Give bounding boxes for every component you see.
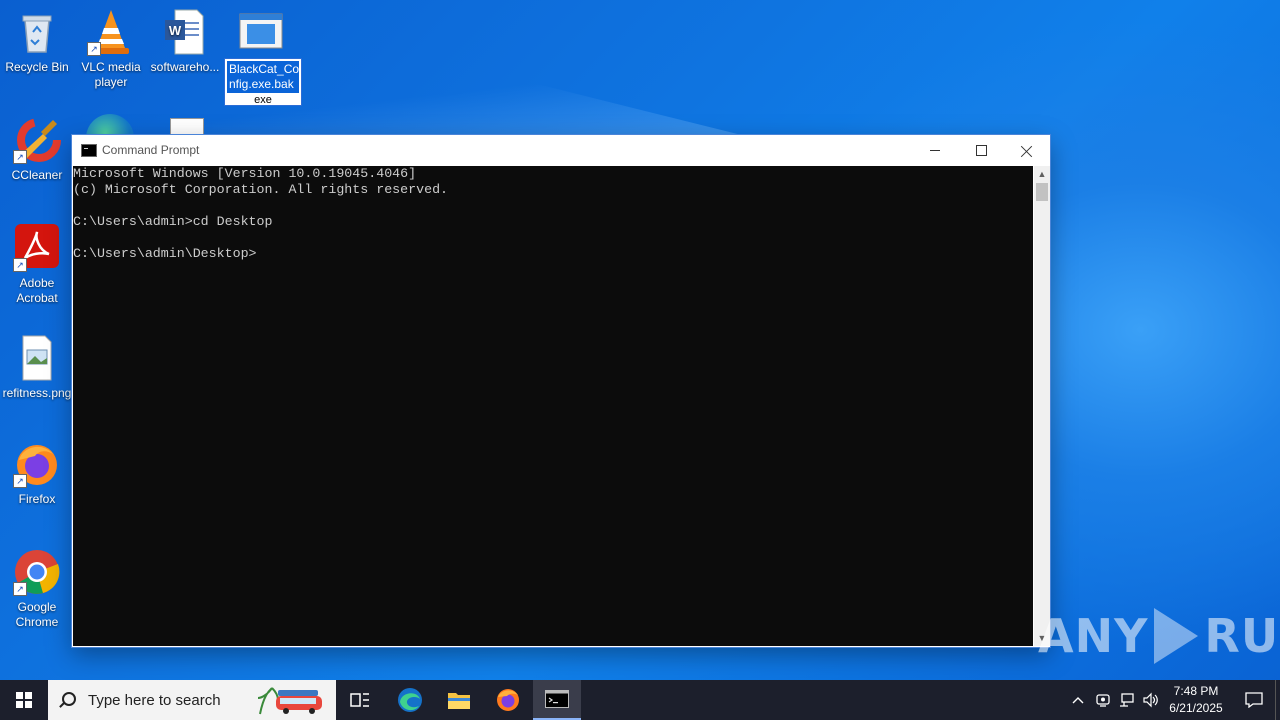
- desktop-icon-vlc[interactable]: ↗ VLC media player: [74, 8, 148, 90]
- selected-file-label[interactable]: BlackCat_Co nfig.exe.bak exe: [224, 58, 302, 106]
- clock-time: 7:48 PM: [1173, 684, 1219, 698]
- desktop-icon-firefox[interactable]: ↗ Firefox: [0, 440, 74, 507]
- adobe-acrobat-icon: ↗: [13, 224, 61, 272]
- desktop-icon-label: refitness.png: [2, 386, 72, 400]
- close-icon: [1021, 145, 1033, 157]
- desktop-icon-label: Recycle Bin: [5, 60, 69, 74]
- desktop-icon-label: VLC media player: [81, 60, 141, 89]
- taskbar-clock[interactable]: 7:48 PM 6/21/2025: [1162, 683, 1230, 717]
- taskbar-command-prompt-button[interactable]: [533, 680, 581, 720]
- maximize-button[interactable]: [958, 135, 1004, 166]
- desktop-icon-label: softwareho...: [150, 60, 220, 74]
- console-output[interactable]: Microsoft Windows [Version 10.0.19045.40…: [73, 166, 1033, 646]
- window-titlebar[interactable]: Command Prompt: [72, 135, 1050, 166]
- recycle-bin-icon: [13, 8, 61, 56]
- watermark-right-text: RUN: [1204, 609, 1280, 663]
- edge-icon: [398, 688, 422, 712]
- desktop-icon-google-chrome[interactable]: ↗ Google Chrome: [0, 548, 74, 630]
- cmd-window-icon: [81, 144, 97, 157]
- desktop-icon-refitness-png[interactable]: refitness.png: [0, 334, 74, 401]
- search-placeholder: Type here to search: [88, 692, 221, 709]
- label-tail: exe: [254, 94, 272, 106]
- desktop-icon-label: Adobe Acrobat: [16, 276, 58, 305]
- shortcut-arrow-icon: ↗: [13, 150, 27, 164]
- desktop-icon-recycle-bin[interactable]: Recycle Bin: [0, 8, 74, 75]
- shortcut-arrow-icon: ↗: [87, 42, 101, 56]
- webcam-icon: [1096, 694, 1110, 707]
- console-text: Microsoft Windows [Version 10.0.19045.40…: [73, 166, 449, 261]
- word-document-icon: W: [161, 8, 209, 56]
- taskbar-edge-button[interactable]: [386, 680, 434, 720]
- taskbar-file-explorer-button[interactable]: [435, 680, 483, 720]
- taskbar-firefox-button[interactable]: [484, 680, 532, 720]
- notification-icon: [1245, 692, 1263, 708]
- svg-text:W: W: [169, 23, 182, 38]
- folder-icon: [448, 693, 470, 709]
- task-view-icon: [350, 693, 369, 707]
- edge-icon-partial: [86, 114, 136, 136]
- firefox-icon: ↗: [13, 440, 61, 488]
- desktop-icon-ccleaner[interactable]: ↗ CCleaner: [0, 116, 74, 183]
- label-line-1: BlackCat_Co: [229, 62, 300, 76]
- chrome-icon: ↗: [13, 548, 61, 596]
- shortcut-arrow-icon: ↗: [13, 258, 27, 272]
- executable-window-icon: [237, 8, 285, 56]
- desktop-icon-label: Google Chrome: [15, 600, 59, 629]
- shortcut-arrow-icon: ↗: [13, 474, 27, 488]
- close-button[interactable]: [1004, 135, 1050, 166]
- shortcut-arrow-icon: ↗: [13, 582, 27, 596]
- task-view-button[interactable]: [336, 680, 384, 720]
- desktop-icon-adobe-acrobat[interactable]: ↗ Adobe Acrobat: [0, 224, 74, 306]
- desktop: Recycle Bin ↗ VLC media player W softwar…: [0, 0, 1280, 680]
- desktop-icon-blackcat-config[interactable]: [224, 8, 298, 60]
- ccleaner-icon: ↗: [13, 116, 61, 164]
- desktop-icon-word-document[interactable]: W softwareho...: [148, 8, 222, 75]
- network-icon: [1120, 693, 1134, 707]
- start-button[interactable]: [0, 680, 48, 720]
- windows-logo-icon: [16, 692, 32, 708]
- tray-meet-now-button[interactable]: [1092, 680, 1114, 720]
- show-hidden-icons-button[interactable]: [1068, 680, 1088, 720]
- vlc-cone-icon: ↗: [87, 8, 135, 56]
- search-highlight-illustration-icon: [256, 684, 330, 716]
- window-title: Command Prompt: [102, 143, 200, 157]
- command-prompt-icon: [545, 690, 569, 708]
- scroll-up-arrow-icon[interactable]: ▲: [1034, 166, 1050, 182]
- chevron-up-icon: [1072, 697, 1084, 704]
- speaker-icon: [1143, 692, 1158, 708]
- search-icon: [62, 692, 76, 706]
- minimize-button[interactable]: [912, 135, 958, 166]
- image-file-icon: [13, 334, 61, 382]
- play-triangle-icon: [1154, 608, 1199, 664]
- clock-date: 6/21/2025: [1169, 701, 1223, 715]
- action-center-button[interactable]: [1236, 680, 1272, 720]
- minimize-icon: [930, 150, 940, 151]
- watermark-left-text: ANY: [1038, 609, 1149, 663]
- anyrun-watermark: ANY RUN: [1038, 608, 1280, 664]
- tray-volume-button[interactable]: [1140, 680, 1162, 720]
- command-prompt-window[interactable]: Command Prompt Microsoft Windows [Versio…: [72, 135, 1050, 647]
- label-line-2: nfig.exe.bak: [229, 77, 294, 91]
- vertical-scrollbar[interactable]: ▲ ▼: [1034, 166, 1050, 646]
- scroll-thumb[interactable]: [1036, 183, 1048, 201]
- maximize-icon: [975, 145, 987, 156]
- desktop-icon-label: CCleaner: [11, 168, 63, 182]
- tray-network-button[interactable]: [1116, 680, 1138, 720]
- document-icon-partial: [170, 118, 204, 136]
- desktop-icon-label: Firefox: [18, 492, 56, 506]
- taskbar: Type here to search 7:48 PM 6/21/2025: [0, 680, 1280, 720]
- show-desktop-button[interactable]: [1275, 680, 1280, 720]
- firefox-icon: [497, 689, 519, 711]
- taskbar-search-box[interactable]: Type here to search: [48, 680, 336, 720]
